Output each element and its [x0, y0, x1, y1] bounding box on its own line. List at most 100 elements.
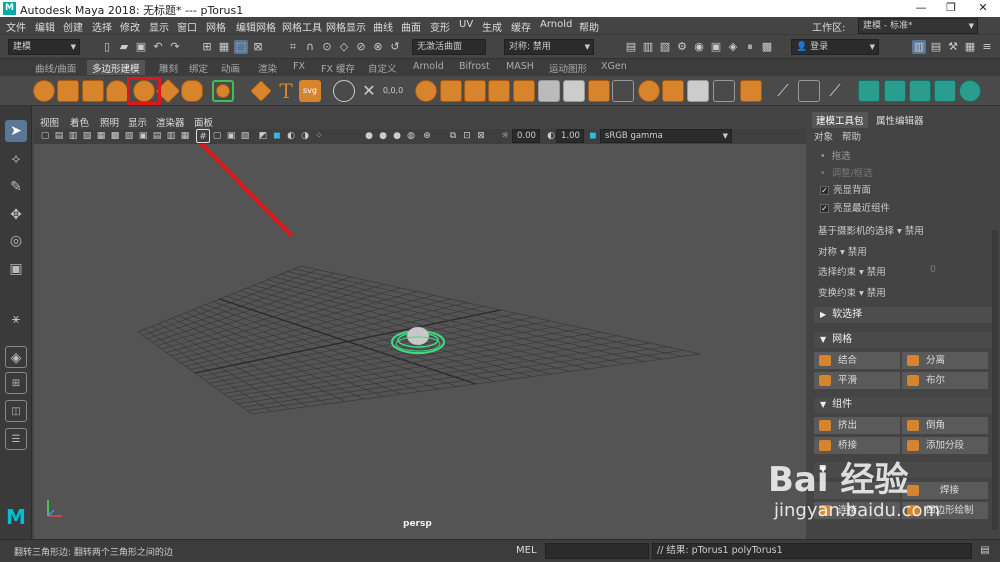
quad-draw-shelf-icon[interactable]: [687, 80, 709, 102]
vp-menu-panels[interactable]: 面板: [194, 115, 213, 129]
tab-mash[interactable]: MASH: [501, 60, 539, 75]
panel-scrollbar[interactable]: [992, 230, 998, 530]
side-by-side-layout-icon[interactable]: ◫: [5, 400, 27, 422]
vp-menu-renderer[interactable]: 渲染器: [156, 115, 185, 129]
four-pane-layout-icon[interactable]: ⊞: [5, 372, 27, 394]
insert-edge-loop-icon[interactable]: [612, 80, 634, 102]
vp-menu-show[interactable]: 显示: [128, 115, 147, 129]
uv-unfold-icon[interactable]: [959, 80, 981, 102]
torus-object[interactable]: [390, 320, 446, 356]
resolution-gate-icon[interactable]: ▨: [122, 129, 136, 143]
bridge-shelf-icon[interactable]: [538, 80, 560, 102]
maximize-button[interactable]: ❐: [936, 0, 966, 17]
open-scene-icon[interactable]: ▰: [117, 40, 131, 54]
paint-select-icon[interactable]: ✎: [5, 176, 27, 198]
pause-viewport-icon[interactable]: ⏸: [743, 40, 757, 54]
tab-xgen[interactable]: XGen: [596, 60, 632, 75]
menu-curves[interactable]: 曲线: [373, 19, 393, 34]
login-dropdown[interactable]: 👤 登录 ▼: [791, 39, 879, 55]
snap-grid-icon[interactable]: ⌗: [286, 40, 300, 54]
frame-all-icon[interactable]: ⊠: [474, 129, 488, 143]
scale-tool-icon[interactable]: ▣: [5, 258, 27, 280]
vp-menu-lighting[interactable]: 照明: [100, 115, 119, 129]
combine-button[interactable]: 结合: [814, 352, 900, 369]
menu-display[interactable]: 显示: [149, 19, 169, 34]
menu-file[interactable]: 文件: [6, 19, 26, 34]
menu-help[interactable]: 帮助: [579, 19, 599, 34]
svg-tool-icon[interactable]: svg: [299, 80, 321, 102]
shadows-icon[interactable]: ◑: [298, 129, 312, 143]
menu-set-dropdown[interactable]: 建模 ▼: [8, 39, 80, 55]
bevel-shelf-icon[interactable]: [563, 80, 585, 102]
tool-settings-toggle-icon[interactable]: ⚒: [946, 40, 960, 54]
camera-based-select[interactable]: 基于摄影机的选择 ▾ 禁用: [818, 223, 924, 237]
tab-bifrost[interactable]: Bifrost: [454, 60, 495, 75]
combine-shelf-icon[interactable]: [415, 80, 437, 102]
uv-planar-icon[interactable]: [858, 80, 880, 102]
vp-menu-view[interactable]: 视图: [40, 115, 59, 129]
tab-motion-graphics[interactable]: 运动图形: [544, 60, 592, 75]
mesh-section-header[interactable]: ▼ 网格: [814, 332, 994, 348]
script-editor-icon[interactable]: ▤: [978, 544, 992, 558]
tab-modeling-toolkit[interactable]: 建模工具包: [812, 112, 868, 128]
camera-select-icon[interactable]: ▢: [38, 129, 52, 143]
x-ray-icon[interactable]: ◩: [256, 129, 270, 143]
perspective-viewport[interactable]: persp: [34, 144, 806, 539]
gamma-field[interactable]: 1.00: [556, 129, 584, 143]
anti-aliasing-icon[interactable]: ●: [376, 129, 390, 143]
backface-checkbox[interactable]: ✓ 亮显背面: [820, 182, 871, 196]
minimize-button[interactable]: —: [906, 0, 936, 17]
render-current-icon[interactable]: ▥: [641, 40, 655, 54]
vp-menu-shading[interactable]: 着色: [70, 115, 89, 129]
drag-option[interactable]: • 拖选: [820, 148, 851, 162]
freeze-transform-icon[interactable]: 0,0,0: [382, 80, 404, 102]
live-surface-field[interactable]: 无激活曲面: [412, 39, 486, 55]
separate-button[interactable]: 分离: [902, 352, 988, 369]
symmetry-row[interactable]: 对称 ▾ 禁用: [818, 244, 867, 258]
multi-cut-icon[interactable]: [638, 80, 660, 102]
platonic-solid-icon[interactable]: [216, 84, 230, 98]
redo-icon[interactable]: ↷: [168, 40, 182, 54]
mtk-menu-object[interactable]: 对象: [814, 129, 833, 143]
tab-fx-cache[interactable]: FX 缓存: [316, 60, 360, 75]
poly-cone-icon[interactable]: [106, 80, 128, 102]
save-scene-icon[interactable]: ▣: [134, 40, 148, 54]
exposure-icon[interactable]: ☼: [498, 129, 512, 143]
mirror-icon[interactable]: [713, 80, 735, 102]
extrude-button[interactable]: 挤出: [814, 417, 900, 434]
ambient-occlusion-icon[interactable]: ⁘: [312, 129, 326, 143]
menu-cache[interactable]: 缓存: [511, 19, 531, 34]
film-gate-icon[interactable]: ▩: [108, 129, 122, 143]
components-section-header[interactable]: ▼ 组件: [814, 397, 994, 413]
tab-poly-modeling[interactable]: 多边形建模: [87, 60, 145, 75]
weld-button[interactable]: 焊接: [902, 482, 988, 499]
nearest-checkbox[interactable]: ✓ 亮显最近组件: [820, 200, 890, 214]
select-component-icon[interactable]: ⬚: [234, 40, 248, 54]
uv-spherical-icon[interactable]: [909, 80, 931, 102]
select-mask-icon[interactable]: ⊠: [251, 40, 265, 54]
tab-custom[interactable]: 自定义: [363, 60, 402, 75]
field-chart-icon[interactable]: ▤: [150, 129, 164, 143]
render-settings-icon[interactable]: ⚙: [675, 40, 689, 54]
menu-arnold[interactable]: Arnold: [540, 19, 572, 30]
symmetry-dropdown[interactable]: 对称: 禁用 ▼: [504, 39, 594, 55]
delete-history-icon[interactable]: ✕: [358, 80, 380, 102]
arnold-render-icon[interactable]: ◈: [726, 40, 740, 54]
menu-deform[interactable]: 变形: [430, 19, 450, 34]
tab-sculpting[interactable]: 雕刻: [154, 60, 183, 75]
undo-icon[interactable]: ↶: [151, 40, 165, 54]
tab-arnold[interactable]: Arnold: [408, 60, 449, 75]
menu-uv[interactable]: UV: [459, 19, 473, 30]
snap-point-icon[interactable]: ⊙: [320, 40, 334, 54]
menu-select[interactable]: 选择: [92, 19, 112, 34]
pen-tool-icon[interactable]: ⟋: [824, 80, 846, 102]
select-constraint-row[interactable]: 选择约束 ▾ 禁用: [818, 264, 886, 278]
textured-icon[interactable]: ◼: [270, 129, 284, 143]
motion-blur-icon[interactable]: ●: [362, 129, 376, 143]
menu-create[interactable]: 创建: [63, 19, 83, 34]
modeling-toolkit-toggle-icon[interactable]: ▥: [912, 40, 926, 54]
snap-live-icon[interactable]: ⊗: [371, 40, 385, 54]
render-view-icon[interactable]: ▤: [624, 40, 638, 54]
wireframe-on-shaded-icon[interactable]: ▧: [238, 129, 252, 143]
menu-edit-mesh[interactable]: 编辑网格: [236, 19, 276, 34]
